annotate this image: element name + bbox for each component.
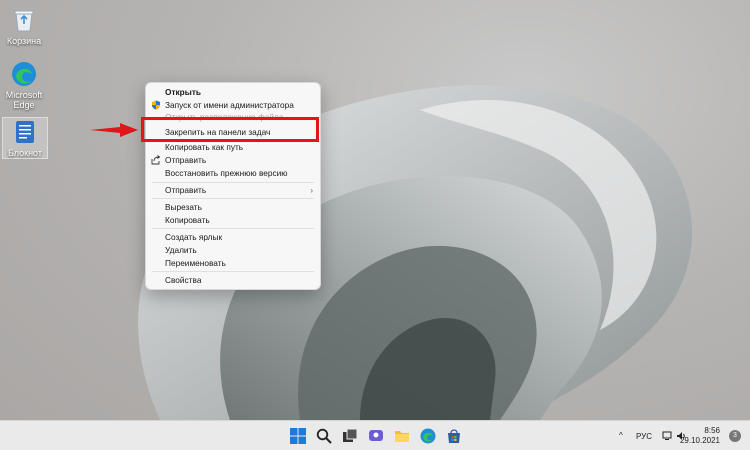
chat-button[interactable] xyxy=(366,426,386,446)
edge-icon xyxy=(10,60,38,88)
menu-item-create-shortcut[interactable]: Создать ярлык xyxy=(146,231,320,243)
desktop-icon-label: Корзина xyxy=(6,36,42,46)
menu-item-copy[interactable]: Копировать xyxy=(146,214,320,226)
chevron-right-icon: › xyxy=(310,185,313,195)
menu-item-label: Вырезать xyxy=(165,202,202,212)
menu-item-copy-as-path[interactable]: Копировать как путь xyxy=(146,141,320,153)
desktop-icon-label: Блокнот xyxy=(7,148,42,158)
desktop-icon-notepad[interactable]: Блокнот xyxy=(2,117,48,159)
search-icon xyxy=(316,428,332,444)
start-icon xyxy=(290,428,306,444)
menu-item-run-as-admin[interactable]: Запуск от имени администратора xyxy=(146,99,320,111)
network-icon[interactable] xyxy=(662,431,672,441)
menu-item-label: Копировать как путь xyxy=(165,142,244,152)
desktop-icon-label: Microsoft Edge xyxy=(5,90,43,110)
recycle-bin-icon xyxy=(10,6,38,34)
menu-item-open[interactable]: Открыть xyxy=(146,86,320,98)
menu-item-cut[interactable]: Вырезать xyxy=(146,201,320,213)
menu-item-label: Создать ярлык xyxy=(165,232,223,242)
notification-badge[interactable]: 3 xyxy=(729,430,741,442)
clock-date: 29.10.2021 xyxy=(679,436,720,445)
input-language-indicator[interactable]: РУС xyxy=(636,432,652,441)
context-menu: Открыть Запуск от имени администратора О… xyxy=(145,82,321,290)
menu-item-send-to[interactable]: Отправить › xyxy=(146,184,320,196)
search-button[interactable] xyxy=(314,426,334,446)
tray-overflow-chevron[interactable]: ^ xyxy=(619,431,623,440)
menu-separator xyxy=(152,198,314,199)
share-icon xyxy=(151,155,161,165)
menu-item-label: Отправить xyxy=(165,185,207,195)
menu-item-label: Восстановить прежнюю версию xyxy=(165,168,288,178)
file-explorer-icon xyxy=(395,431,409,442)
menu-item-label: Свойства xyxy=(165,275,202,285)
system-clock[interactable]: 8:56 29.10.2021 xyxy=(680,426,720,446)
file-explorer-button[interactable] xyxy=(392,426,412,446)
store-button[interactable] xyxy=(444,426,464,446)
desktop-icon-edge[interactable]: Microsoft Edge xyxy=(2,60,46,110)
menu-separator xyxy=(152,182,314,183)
notepad-icon xyxy=(11,118,39,146)
menu-item-label: Отправить xyxy=(165,155,207,165)
menu-item-delete[interactable]: Удалить xyxy=(146,244,320,256)
start-button[interactable] xyxy=(288,426,308,446)
menu-item-label: Удалить xyxy=(165,245,197,255)
taskbar: ^ РУС 8:56 29.10.2021 3 xyxy=(0,420,750,450)
highlight-box xyxy=(141,117,319,142)
menu-item-properties[interactable]: Свойства xyxy=(146,274,320,286)
menu-item-restore-previous-versions[interactable]: Восстановить прежнюю версию xyxy=(146,167,320,179)
menu-item-label: Открыть xyxy=(165,87,201,97)
task-view-icon xyxy=(343,428,358,442)
red-arrow-annotation xyxy=(90,123,138,137)
chat-icon xyxy=(369,430,383,441)
menu-item-label: Копировать xyxy=(165,215,210,225)
menu-item-label: Переименовать xyxy=(165,258,226,268)
desktop-wallpaper xyxy=(138,85,693,420)
menu-item-share[interactable]: Отправить xyxy=(146,154,320,166)
menu-separator xyxy=(152,228,314,229)
edge-icon xyxy=(420,428,436,444)
edge-button[interactable] xyxy=(418,426,438,446)
task-view-button[interactable] xyxy=(340,426,360,446)
store-icon xyxy=(448,429,460,443)
menu-item-rename[interactable]: Переименовать xyxy=(146,257,320,269)
desktop-icon-recycle-bin[interactable]: Корзина xyxy=(2,6,46,46)
shield-icon xyxy=(152,100,160,110)
menu-separator xyxy=(152,271,314,272)
menu-item-label: Запуск от имени администратора xyxy=(165,100,294,110)
clock-time: 8:56 xyxy=(704,426,720,435)
